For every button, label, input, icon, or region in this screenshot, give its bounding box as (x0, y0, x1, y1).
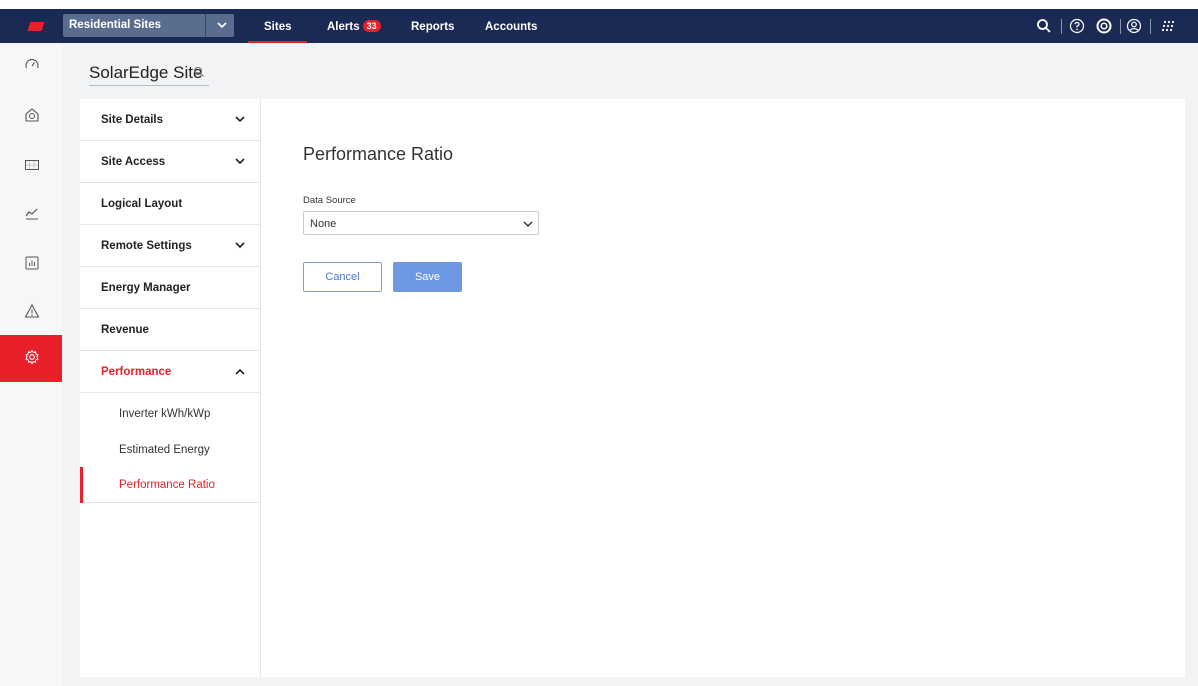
menu-revenue[interactable]: Revenue (80, 309, 260, 351)
alerts-icon (24, 303, 40, 318)
search-icon[interactable] (1036, 18, 1052, 34)
menu-remote-settings-label: Remote Settings (101, 240, 192, 252)
submenu-ratio-label: Performance Ratio (119, 479, 215, 491)
chevron-down-icon (235, 242, 245, 249)
menu-site-details[interactable]: Site Details (80, 99, 260, 141)
submenu-inverter-label: Inverter kWh/kWp (119, 408, 211, 420)
site-title[interactable]: SolarEdge Site (89, 63, 202, 83)
nav-sites[interactable]: Sites (264, 21, 292, 43)
alerts-count-badge: 33 (362, 20, 381, 32)
reports-icon (25, 256, 39, 270)
menu-performance-label: Performance (101, 366, 172, 378)
site-title-underline (89, 85, 209, 86)
menu-energy-manager-label: Energy Manager (101, 282, 191, 294)
help-icon[interactable] (1069, 18, 1085, 34)
page-title: Performance Ratio (303, 144, 454, 164)
menu-site-details-label: Site Details (101, 114, 163, 126)
chevron-down-icon (235, 116, 245, 123)
toolbar-divider (1120, 19, 1121, 34)
menu-logical-layout[interactable]: Logical Layout (80, 183, 260, 225)
site-category-dropdown[interactable]: Residential Sites (63, 14, 234, 37)
chevron-down-icon (523, 221, 533, 228)
chevron-up-icon (235, 368, 245, 375)
chevron-down-icon[interactable] (213, 18, 231, 32)
data-source-value: None (310, 218, 337, 230)
rail-physical-layout[interactable] (0, 143, 62, 190)
menu-energy-manager[interactable]: Energy Manager (80, 267, 260, 309)
menu-site-access-label: Site Access (101, 156, 166, 168)
chevron-down-icon (235, 158, 245, 165)
dropdown-divider (205, 14, 206, 37)
solaredge-logo[interactable] (27, 22, 45, 31)
menu-revenue-label: Revenue (101, 324, 149, 336)
menu-site-access[interactable]: Site Access (80, 141, 260, 183)
rail-site-layout[interactable] (0, 93, 62, 140)
apps-grid-icon[interactable] (1161, 18, 1177, 34)
data-source-label: Data Source (303, 195, 356, 206)
settings-side-menu: Site Details Site Access Logical Layout … (80, 99, 261, 677)
support-icon[interactable] (1096, 18, 1112, 34)
rail-charts[interactable] (0, 191, 62, 238)
nav-reports[interactable]: Reports (411, 21, 454, 43)
submenu-performance-ratio[interactable]: Performance Ratio (80, 467, 260, 503)
user-icon[interactable] (1126, 18, 1142, 34)
panel-layout-icon (25, 160, 39, 170)
rail-alerts[interactable] (0, 289, 62, 336)
submenu-inverter-kwh-kwp[interactable]: Inverter kWh/kWp (80, 396, 260, 432)
menu-remote-settings[interactable]: Remote Settings (80, 225, 260, 267)
top-navigation-bar: Residential Sites Sites Alerts 33 Reports… (0, 9, 1198, 44)
save-button[interactable]: Save (393, 262, 462, 292)
site-search-icon[interactable] (193, 66, 205, 78)
submenu-estimated-label: Estimated Energy (119, 444, 210, 456)
settings-icon (25, 349, 39, 365)
left-icon-rail (0, 43, 62, 686)
data-source-select[interactable]: None (303, 211, 539, 235)
rail-reports[interactable] (0, 241, 62, 288)
menu-logical-layout-label: Logical Layout (101, 198, 183, 210)
toolbar-divider (1061, 19, 1062, 34)
charts-icon (25, 208, 38, 220)
submenu-estimated-energy[interactable]: Estimated Energy (80, 432, 260, 468)
cancel-button[interactable]: Cancel (303, 262, 382, 292)
site-category-label: Residential Sites (69, 19, 162, 31)
site-layout-icon (25, 108, 39, 122)
nav-alerts[interactable]: Alerts 33 (327, 20, 381, 43)
menu-performance[interactable]: Performance (80, 351, 260, 393)
toolbar-divider (1150, 19, 1151, 34)
rail-dashboard[interactable] (0, 43, 62, 90)
rail-settings[interactable] (0, 335, 62, 382)
nav-alerts-label: Alerts (327, 21, 360, 33)
dashboard-icon (25, 59, 39, 69)
nav-accounts[interactable]: Accounts (485, 21, 537, 43)
